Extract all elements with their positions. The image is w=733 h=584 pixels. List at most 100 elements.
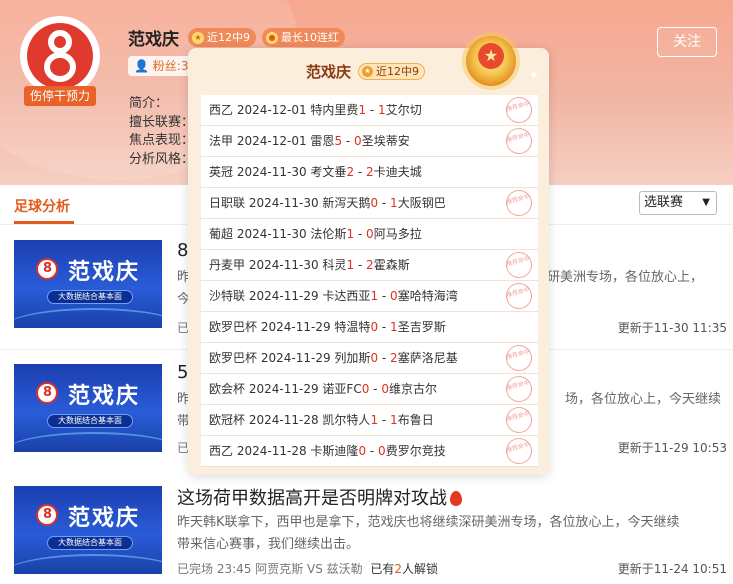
result-row: 沙特联 2024-11-29 卡达西亚1 - 0塞哈特海湾 推荐命中 — [201, 280, 538, 312]
result-row: 西乙 2024-11-28 卡斯迪隆0 - 0费罗尔竞技 推荐命中 — [201, 435, 538, 467]
result-as: 2 — [390, 351, 398, 365]
result-as: 2 — [366, 165, 374, 179]
result-home: 雷恩 — [310, 134, 335, 148]
result-as: 0 — [390, 289, 398, 303]
user-icon: 👤 — [134, 59, 149, 73]
avatar[interactable] — [20, 16, 100, 96]
result-home: 考文垂 — [310, 165, 347, 179]
article-thumbnail[interactable]: 范戏庆 大数据结合基本面 — [14, 240, 162, 328]
avatar-tag: 伤停干预力 — [24, 86, 96, 106]
result-home: 特内里费 — [310, 103, 359, 117]
result-away: 卡迪夫城 — [373, 165, 422, 179]
result-as: 1 — [390, 413, 398, 427]
result-as: 0 — [366, 227, 374, 241]
medal-icon — [466, 36, 516, 86]
result-row: 欧罗巴杯 2024-11-29 列加斯0 - 2塞萨洛尼基 推荐命中 — [201, 342, 538, 374]
result-row: 法甲 2024-12-01 雷恩5 - 0圣埃蒂安 推荐命中 — [201, 125, 538, 157]
result-row: 英冠 2024-11-30 考文垂2 - 2卡迪夫城 — [201, 157, 538, 188]
follow-button[interactable]: 关注 — [657, 27, 717, 57]
result-hs: 1 — [358, 103, 367, 117]
result-date: 2024-11-29 — [248, 382, 319, 396]
article-thumbnail[interactable]: 范戏庆 大数据结合基本面 — [14, 486, 162, 574]
fans-count: 👤 粉丝:3 — [128, 56, 195, 76]
hit-stamp-icon: 推荐命中 — [503, 373, 535, 405]
hit-stamp-icon: 推荐命中 — [503, 125, 535, 157]
result-league: 欧会杯 — [209, 382, 246, 396]
fire-icon: ● — [266, 31, 278, 44]
result-home: 卡达西亚 — [322, 289, 371, 303]
popup-record-badge: ★ 近12中9 — [358, 63, 425, 80]
result-away: 艾尔切 — [385, 103, 422, 117]
tab-football-analysis[interactable]: 足球分析 — [14, 196, 70, 216]
article-title[interactable]: 这场荷甲数据高开是否明牌对攻战 — [177, 484, 462, 510]
result-hs: 0 — [370, 196, 379, 210]
star-icon: ★ — [362, 66, 373, 77]
result-hs: 1 — [346, 227, 355, 241]
result-as: 0 — [381, 382, 389, 396]
result-row: 欧罗巴杯 2024-11-29 特温特0 - 1圣吉罗斯 — [201, 312, 538, 343]
result-away: 费罗尔竞技 — [385, 444, 446, 458]
result-home: 新泻天鹅 — [322, 196, 371, 210]
article-item[interactable]: 范戏庆 大数据结合基本面 这场荷甲数据高开是否明牌对攻战 昨天韩K联拿下，西甲也… — [0, 472, 733, 584]
logo-icon — [36, 504, 58, 526]
result-league: 欧罗巴杯 — [209, 320, 258, 334]
result-date: 2024-11-30 — [248, 258, 319, 272]
result-date: 2024-11-29 — [260, 320, 331, 334]
popup-header: 范戏庆 ★近12中9 ✦ — [188, 36, 549, 92]
result-home: 特温特 — [334, 320, 371, 334]
hit-stamp-icon: 推荐命中 — [503, 280, 535, 312]
profile-focus-label: 焦点表现： — [129, 133, 195, 148]
fire-icon — [450, 491, 462, 506]
result-league: 欧冠杯 — [209, 413, 246, 427]
article-desc: 昨天韩K联拿下，西甲也是拿下，范戏庆也将继续深研美洲专场，各位放心上，今天继续带… — [177, 515, 680, 552]
league-select[interactable]: 选联赛 ▼ — [639, 191, 717, 215]
result-league: 日职联 — [209, 196, 246, 210]
article-thumbnail[interactable]: 范戏庆 大数据结合基本面 — [14, 364, 162, 452]
result-league: 葡超 — [209, 227, 234, 241]
result-away: 布鲁日 — [397, 413, 434, 427]
result-hs: 0 — [370, 320, 379, 334]
result-hs: 1 — [370, 413, 379, 427]
result-as: 1 — [378, 103, 386, 117]
result-date: 2024-12-01 — [236, 103, 307, 117]
result-hs: 5 — [334, 134, 343, 148]
popup-expert-name: 范戏庆 — [306, 63, 352, 81]
sparkle-icon: ✦ — [528, 68, 540, 84]
result-row: 欧会杯 2024-11-29 诺亚FC0 - 0维京古尔 推荐命中 — [201, 373, 538, 405]
profile-style-label: 分析风格： — [129, 152, 195, 167]
result-as: 2 — [366, 258, 374, 272]
result-date: 2024-11-29 — [248, 289, 319, 303]
result-league: 西乙 — [209, 444, 234, 458]
result-home: 诺亚FC — [322, 382, 362, 396]
hit-stamp-icon: 推荐命中 — [503, 342, 535, 374]
result-league: 沙特联 — [209, 289, 246, 303]
logo-icon — [36, 258, 58, 280]
result-date: 2024-11-28 — [248, 413, 319, 427]
result-hs: 0 — [370, 351, 379, 365]
result-away: 维京古尔 — [388, 382, 437, 396]
result-hs: 1 — [370, 289, 379, 303]
result-row: 日职联 2024-11-30 新泻天鹅0 - 1大阪钢巴 推荐命中 — [201, 187, 538, 219]
result-away: 霍森斯 — [373, 258, 410, 272]
article-time: 更新于11-30 11:35 — [617, 321, 727, 335]
logo-8-icon — [42, 30, 78, 82]
result-away: 圣吉罗斯 — [397, 320, 446, 334]
result-hs: 0 — [358, 444, 367, 458]
hit-stamp-icon: 推荐命中 — [503, 404, 535, 436]
article-time: 更新于11-29 10:53 — [617, 441, 727, 455]
result-date: 2024-11-28 — [236, 444, 307, 458]
result-home: 科灵 — [322, 258, 347, 272]
result-row: 欧冠杯 2024-11-28 凯尔特人1 - 1布鲁日 推荐命中 — [201, 404, 538, 436]
result-row: 丹麦甲 2024-11-30 科灵1 - 2霍森斯 推荐命中 — [201, 249, 538, 281]
result-home: 卡斯迪隆 — [310, 444, 359, 458]
result-away: 塞哈特海湾 — [397, 289, 458, 303]
result-row: 西乙 2024-12-01 特内里费1 - 1艾尔切 推荐命中 — [201, 94, 538, 126]
article-meta: 已完场 23:45 阿贾克斯 VS 兹沃勒 已有2人解锁 — [177, 562, 438, 576]
hit-stamp-icon: 推荐命中 — [503, 435, 535, 467]
result-away: 阿马多拉 — [373, 227, 422, 241]
result-league: 西乙 — [209, 103, 234, 117]
result-as: 0 — [354, 134, 362, 148]
profile-intro-label: 简介： — [129, 96, 169, 111]
star-icon: ★ — [192, 31, 204, 44]
result-away: 大阪钢巴 — [397, 196, 446, 210]
